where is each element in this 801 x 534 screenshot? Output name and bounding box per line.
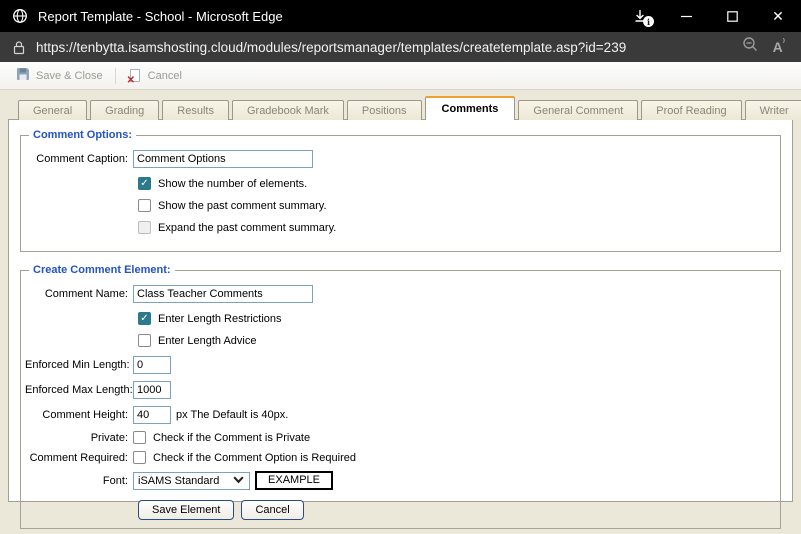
download-button[interactable]: i bbox=[617, 0, 663, 32]
browser-window: Report Template - School - Microsoft Edg… bbox=[0, 0, 801, 534]
expand-summary-row: Expand the past comment summary. bbox=[138, 221, 776, 234]
required-label: Comment Required: bbox=[25, 452, 133, 464]
tab-results[interactable]: Results bbox=[162, 100, 229, 120]
page-body: General Grading Results Gradebook Mark P… bbox=[0, 90, 801, 534]
content-panel: Comment Options: Comment Caption: ✓ Show… bbox=[8, 119, 793, 502]
toolbar-cancel-button[interactable]: ✕ Cancel bbox=[120, 66, 190, 86]
show-summary-label: Show the past comment summary. bbox=[158, 200, 327, 212]
comment-height-note: px The Default is 40px. bbox=[176, 409, 288, 421]
download-info-badge: i bbox=[643, 16, 654, 27]
window-controls: i ✕ bbox=[617, 0, 801, 32]
required-check-label: Check if the Comment Option is Required bbox=[153, 452, 356, 464]
comment-options-legend: Comment Options: bbox=[29, 129, 136, 141]
font-example-preview: EXAMPLE bbox=[255, 471, 333, 490]
length-advice-row: Enter Length Advice bbox=[138, 334, 776, 347]
max-length-input[interactable] bbox=[133, 381, 171, 399]
expand-summary-checkbox[interactable] bbox=[138, 221, 151, 234]
window-title: Report Template - School - Microsoft Edg… bbox=[38, 9, 617, 24]
save-element-button[interactable]: Save Element bbox=[138, 500, 234, 520]
private-checkbox[interactable] bbox=[133, 431, 146, 444]
required-checkbox[interactable] bbox=[133, 451, 146, 464]
save-close-label: Save & Close bbox=[36, 70, 103, 82]
tab-gradebook-mark[interactable]: Gradebook Mark bbox=[232, 100, 344, 120]
tab-writer[interactable]: Writer bbox=[745, 100, 801, 120]
length-advice-label: Enter Length Advice bbox=[158, 335, 256, 347]
lock-icon[interactable] bbox=[12, 40, 26, 55]
tab-positions[interactable]: Positions bbox=[347, 100, 422, 120]
comment-height-input[interactable] bbox=[133, 406, 171, 424]
show-elements-label: Show the number of elements. bbox=[158, 178, 307, 190]
font-select[interactable]: iSAMS Standard bbox=[133, 472, 250, 490]
close-button[interactable]: ✕ bbox=[755, 0, 801, 32]
globe-icon bbox=[12, 8, 28, 24]
read-aloud-icon[interactable]: A⁾ bbox=[773, 39, 785, 55]
show-elements-row: ✓ Show the number of elements. bbox=[138, 177, 776, 190]
form-actions: Save Element Cancel bbox=[138, 500, 776, 520]
max-length-label: Enforced Max Length: bbox=[25, 384, 133, 396]
save-icon bbox=[16, 67, 30, 84]
toolbar-cancel-label: Cancel bbox=[148, 70, 182, 82]
tab-grading[interactable]: Grading bbox=[90, 100, 159, 120]
maximize-button[interactable] bbox=[709, 0, 755, 32]
length-restrictions-checkbox[interactable]: ✓ bbox=[138, 312, 151, 325]
show-summary-row: Show the past comment summary. bbox=[138, 199, 776, 212]
comment-height-label: Comment Height: bbox=[25, 409, 133, 421]
private-check-label: Check if the Comment is Private bbox=[153, 432, 310, 444]
comment-name-label: Comment Name: bbox=[25, 288, 133, 300]
app-toolbar: Save & Close ✕ Cancel bbox=[0, 62, 801, 90]
tab-strip: General Grading Results Gradebook Mark P… bbox=[8, 96, 793, 120]
comment-options-fieldset: Comment Options: Comment Caption: ✓ Show… bbox=[20, 129, 781, 252]
length-restrictions-row: ✓ Enter Length Restrictions bbox=[138, 312, 776, 325]
tab-proof-reading[interactable]: Proof Reading bbox=[641, 100, 741, 120]
title-bar: Report Template - School - Microsoft Edg… bbox=[0, 0, 801, 32]
comment-caption-label: Comment Caption: bbox=[25, 153, 133, 165]
show-elements-checkbox[interactable]: ✓ bbox=[138, 177, 151, 190]
font-label: Font: bbox=[25, 475, 133, 487]
save-close-button[interactable]: Save & Close bbox=[8, 64, 111, 87]
create-element-legend: Create Comment Element: bbox=[29, 264, 175, 276]
comment-name-input[interactable] bbox=[133, 285, 313, 303]
expand-summary-label: Expand the past comment summary. bbox=[158, 222, 336, 234]
tab-comments[interactable]: Comments bbox=[425, 96, 516, 120]
font-select-value: iSAMS Standard bbox=[138, 475, 219, 487]
create-element-fieldset: Create Comment Element: Comment Name: ✓ … bbox=[20, 264, 781, 529]
length-advice-checkbox[interactable] bbox=[138, 334, 151, 347]
minimize-button[interactable] bbox=[663, 0, 709, 32]
address-bar: https://tenbytta.isamshosting.cloud/modu… bbox=[0, 32, 801, 62]
zoom-out-icon[interactable] bbox=[742, 36, 759, 58]
comment-caption-input[interactable] bbox=[133, 150, 313, 168]
min-length-input[interactable] bbox=[133, 356, 171, 374]
form-cancel-button[interactable]: Cancel bbox=[241, 500, 303, 520]
toolbar-separator bbox=[115, 68, 116, 84]
tab-general[interactable]: General bbox=[18, 100, 87, 120]
cancel-icon: ✕ bbox=[128, 69, 142, 83]
url-text[interactable]: https://tenbytta.isamshosting.cloud/modu… bbox=[36, 40, 726, 55]
tab-general-comment[interactable]: General Comment bbox=[518, 100, 638, 120]
private-label: Private: bbox=[25, 432, 133, 444]
chevron-down-icon bbox=[233, 475, 244, 487]
show-summary-checkbox[interactable] bbox=[138, 199, 151, 212]
min-length-label: Enforced Min Length: bbox=[25, 359, 133, 371]
length-restrictions-label: Enter Length Restrictions bbox=[158, 313, 282, 325]
